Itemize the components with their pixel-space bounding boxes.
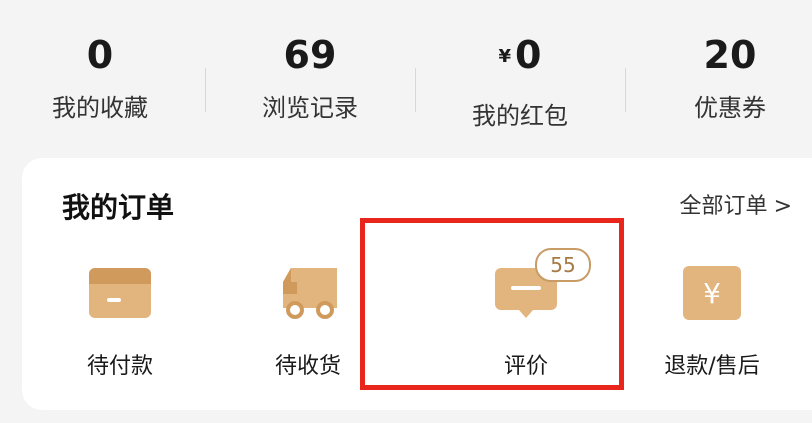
yen-symbol: ¥ [498,46,512,67]
review-label: 评价 [503,354,548,379]
coupons-count: 20 [703,33,757,77]
order-pending-payment[interactable]: 待付款 [30,254,210,384]
divider [625,68,626,112]
all-orders-label: 全部订单 [679,194,768,219]
redpacket-value: 0 [515,33,542,77]
pending-delivery-label: 待收货 [274,354,341,379]
refund-label: 退款/售后 [664,354,760,379]
all-orders-link[interactable]: 全部订单 > [680,188,792,220]
history-count: 69 [283,33,337,77]
chevron-right-icon: > [773,194,792,219]
order-review[interactable]: 55 评价 [436,248,616,384]
favorites-label: 我的收藏 [52,94,148,122]
pending-payment-label: 待付款 [86,354,153,379]
stat-favorites[interactable]: 0 我的收藏 [0,30,200,128]
yen-icon: ¥ [677,262,747,324]
redpacket-amount: ¥0 [420,30,620,88]
orders-title: 我的订单 [62,191,175,224]
history-label: 浏览记录 [262,94,358,122]
wallet-icon [85,262,155,324]
order-refund[interactable]: ¥ 退款/售后 [622,254,802,384]
review-count-badge: 55 [535,248,591,282]
redpacket-label: 我的红包 [472,102,568,130]
order-pending-delivery[interactable]: 待收货 [218,254,398,384]
svg-text:¥: ¥ [703,277,721,310]
comment-icon: 55 [491,248,591,324]
favorites-count: 0 [86,33,114,77]
stat-redpacket[interactable]: ¥0 我的红包 [420,30,620,136]
stat-history[interactable]: 69 浏览记录 [210,30,410,128]
truck-icon [273,262,343,324]
my-orders-card: 我的订单 全部订单 > 待付款 待收货 55 评价 ¥ 退款/售后 [22,158,812,410]
divider [205,68,206,112]
coupons-label: 优惠券 [694,94,766,122]
divider [415,68,416,112]
stats-bar: 0 我的收藏 69 浏览记录 ¥0 我的红包 20 优惠券 [0,0,812,150]
stat-coupons[interactable]: 20 优惠券 [630,30,812,128]
